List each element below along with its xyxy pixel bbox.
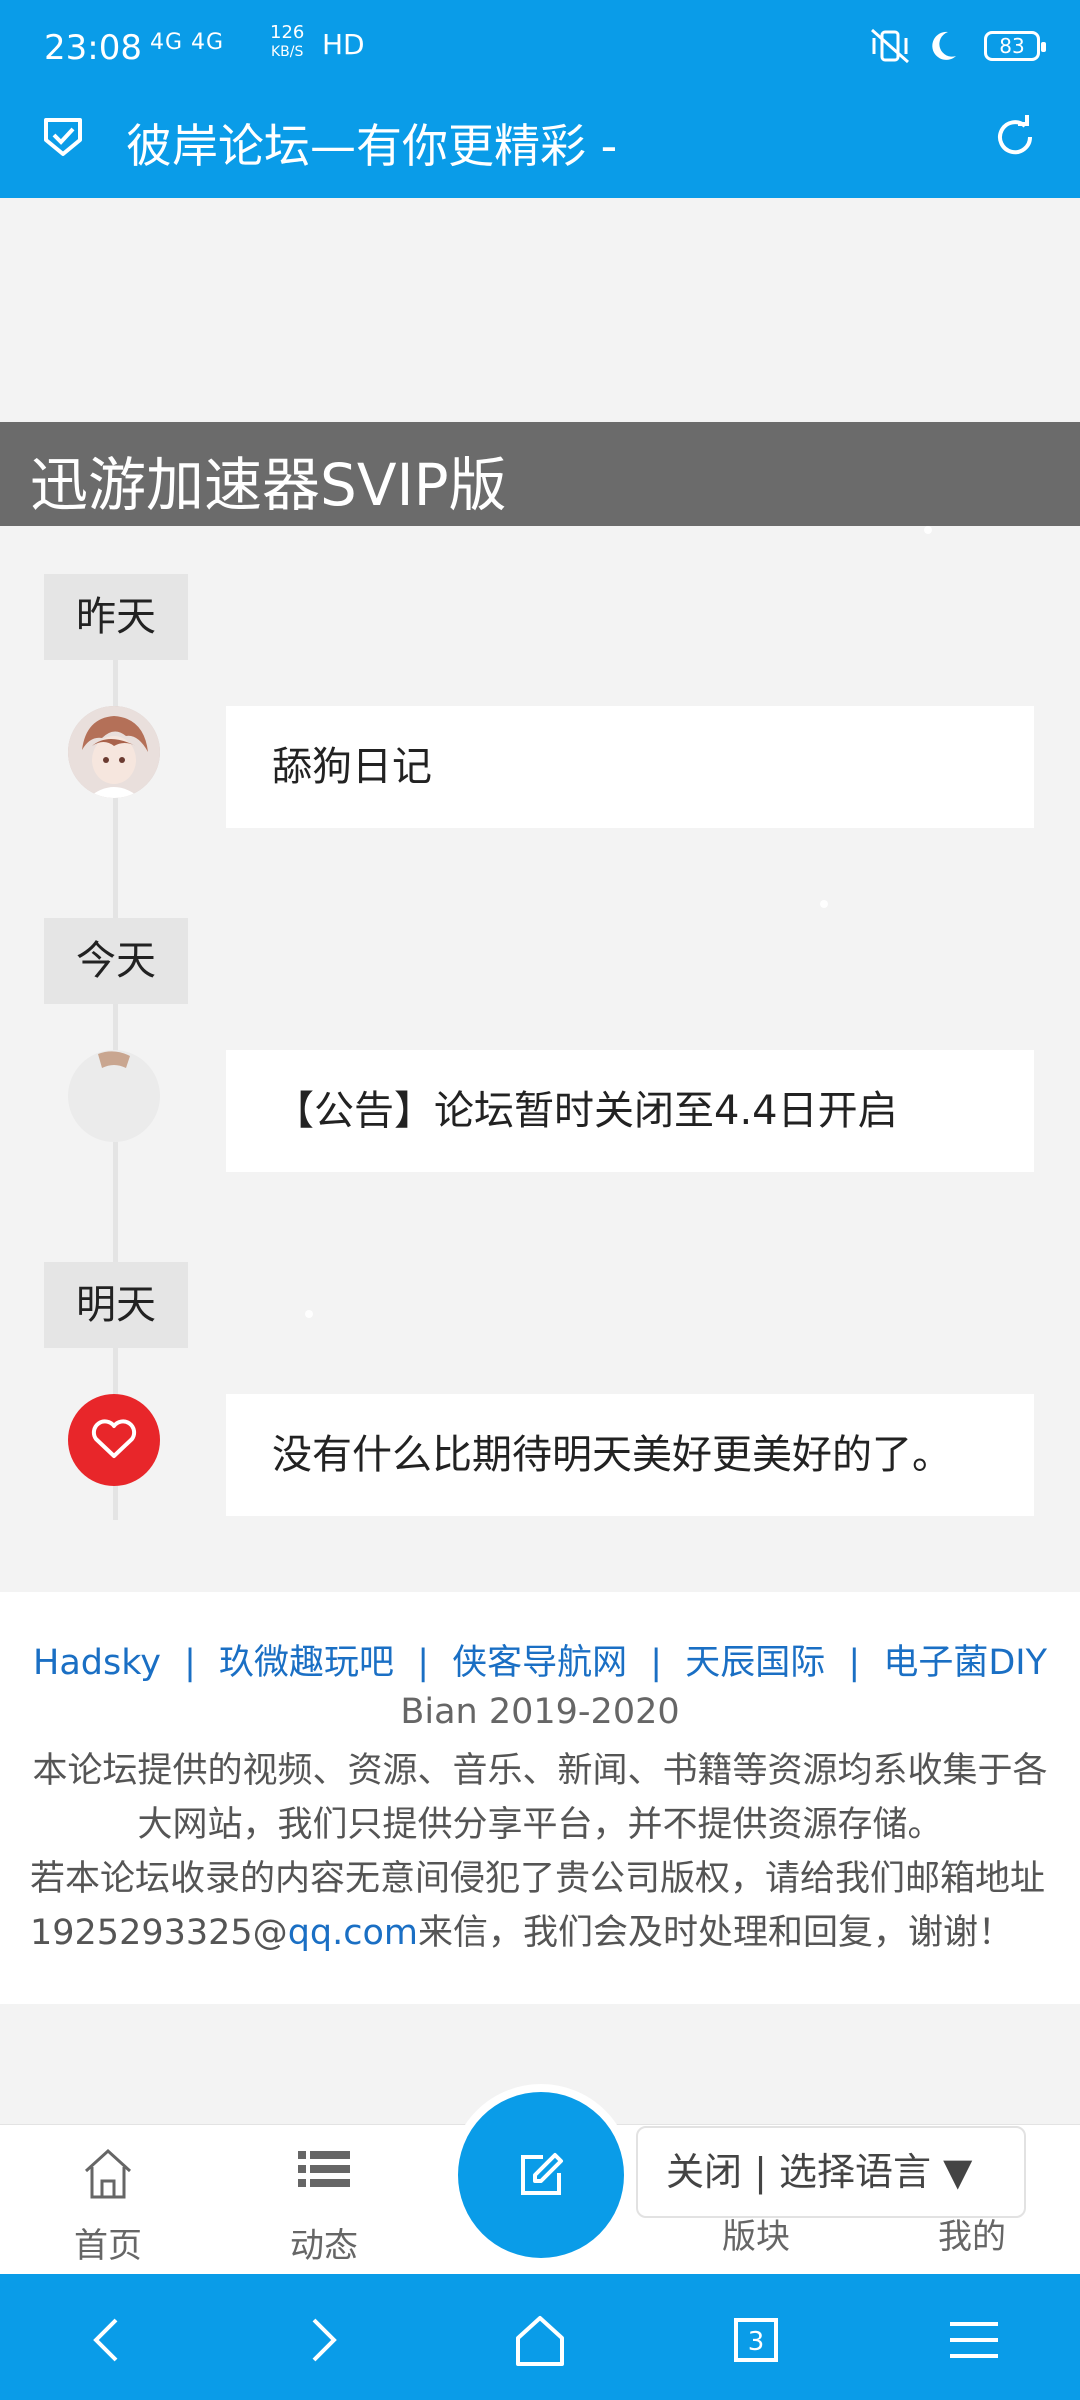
svg-text:3: 3 xyxy=(748,2327,765,2357)
status-right-icons: 83 xyxy=(868,26,1046,66)
footer-link[interactable]: 电子菌DIY xyxy=(883,1643,1047,1683)
home-icon[interactable] xyxy=(510,2310,570,2370)
user-avatar[interactable] xyxy=(68,706,160,798)
nav-feed[interactable]: 动态 xyxy=(254,2143,394,2267)
page-title: 彼岸论坛—有你更精彩 - xyxy=(126,119,618,173)
footer-link[interactable]: 天辰国际 xyxy=(685,1643,825,1683)
footer-links: Hadsky | 玖微趣玩吧 | 侠客导航网 | 天辰国际 | 电子菌DIY xyxy=(0,1634,1080,1685)
back-icon[interactable] xyxy=(78,2310,138,2370)
forward-icon[interactable] xyxy=(292,2310,352,2370)
snowflake xyxy=(305,1310,313,1318)
speed-unit: KB/S xyxy=(270,44,304,60)
network-speed: 126 KB/S xyxy=(270,24,304,61)
footer: Hadsky | 玖微趣玩吧 | 侠客导航网 | 天辰国际 | 电子菌DIY B… xyxy=(0,1592,1080,2004)
day-label-tomorrow: 明天 xyxy=(44,1262,188,1348)
snowflake xyxy=(820,900,828,908)
edit-icon xyxy=(521,2153,563,2195)
link-separator: | xyxy=(848,1643,861,1683)
footer-link[interactable]: 侠客导航网 xyxy=(452,1643,627,1683)
nav-home[interactable]: 首页 xyxy=(38,2143,178,2267)
refresh-icon[interactable] xyxy=(990,112,1040,162)
notice-text: 来信，我们会及时处理和回复，谢谢！ xyxy=(418,1913,1014,1953)
snowflake xyxy=(924,526,932,534)
copyright: Bian 2019-2020 xyxy=(400,1692,680,1732)
system-nav-bar: 3 xyxy=(0,2274,1080,2400)
top-bar: 23:08 4G 4G 126 KB/S HD 83 彼岸论坛—有你更精彩 - xyxy=(0,0,1080,198)
email-link[interactable]: qq.com xyxy=(288,1913,418,1953)
compose-button[interactable] xyxy=(450,2084,632,2266)
list-icon xyxy=(298,2151,350,2187)
language-picker[interactable]: 关闭 | 选择语言 ▼ xyxy=(636,2126,1026,2218)
link-separator: | xyxy=(417,1643,429,1683)
link-separator: | xyxy=(650,1643,663,1683)
nav-feed-label: 动态 xyxy=(290,2226,358,2266)
footer-notice: 本论坛提供的视频、资源、音乐、新闻、书籍等资源均系收集于各大网站，我们只提供分享… xyxy=(32,1751,1048,1845)
anime-avatar-icon xyxy=(68,706,160,798)
status-time: 23:08 xyxy=(44,28,142,68)
post-card[interactable]: 【公告】论坛暂时关闭至4.4日开启 xyxy=(226,1050,1034,1172)
heart-icon xyxy=(91,1419,137,1458)
banner[interactable]: 迅游加速器SVIP版 xyxy=(0,422,1080,526)
home-icon xyxy=(84,2148,132,2199)
nav-home-label: 首页 xyxy=(74,2226,142,2266)
post-card[interactable]: 舔狗日记 xyxy=(226,706,1034,828)
menu-icon[interactable] xyxy=(944,2310,1004,2370)
footer-link[interactable]: Hadsky xyxy=(33,1643,161,1683)
day-label-today: 今天 xyxy=(44,918,188,1004)
user-avatar[interactable] xyxy=(68,1050,160,1142)
heart-avatar[interactable] xyxy=(68,1394,160,1486)
tabs-icon[interactable]: 3 xyxy=(726,2310,786,2370)
battery-icon: 83 xyxy=(984,31,1046,61)
dropdown-arrow-icon[interactable]: ▼ xyxy=(943,2150,972,2194)
link-separator: | xyxy=(184,1643,196,1683)
app-bar: 彼岸论坛—有你更精彩 - xyxy=(0,96,1080,198)
speed-value: 126 xyxy=(270,22,305,43)
status-bar: 23:08 4G 4G 126 KB/S HD 83 xyxy=(0,0,1080,96)
vibrate-off-icon xyxy=(871,28,909,64)
language-label[interactable]: 选择语言 xyxy=(779,2150,931,2194)
moon-icon xyxy=(932,31,956,60)
day-label-yesterday: 昨天 xyxy=(44,574,188,660)
post-card[interactable]: 没有什么比期待明天美好更美好的了。 xyxy=(226,1394,1034,1516)
shield-check-icon[interactable] xyxy=(40,114,86,160)
language-separator: | xyxy=(754,2150,767,2194)
footer-copyright-notice: 若本论坛收录的内容无意间侵犯了贵公司版权，请给我们邮箱地址1925293325@… xyxy=(30,1852,1050,1960)
footer-link[interactable]: 玖微趣玩吧 xyxy=(219,1643,394,1683)
network-indicator: 4G 4G xyxy=(150,30,225,55)
partial-avatar-icon xyxy=(68,1050,160,1142)
hd-indicator: HD xyxy=(322,28,365,61)
language-close[interactable]: 关闭 xyxy=(666,2150,742,2194)
banner-text: 迅游加速器SVIP版 xyxy=(30,451,507,519)
